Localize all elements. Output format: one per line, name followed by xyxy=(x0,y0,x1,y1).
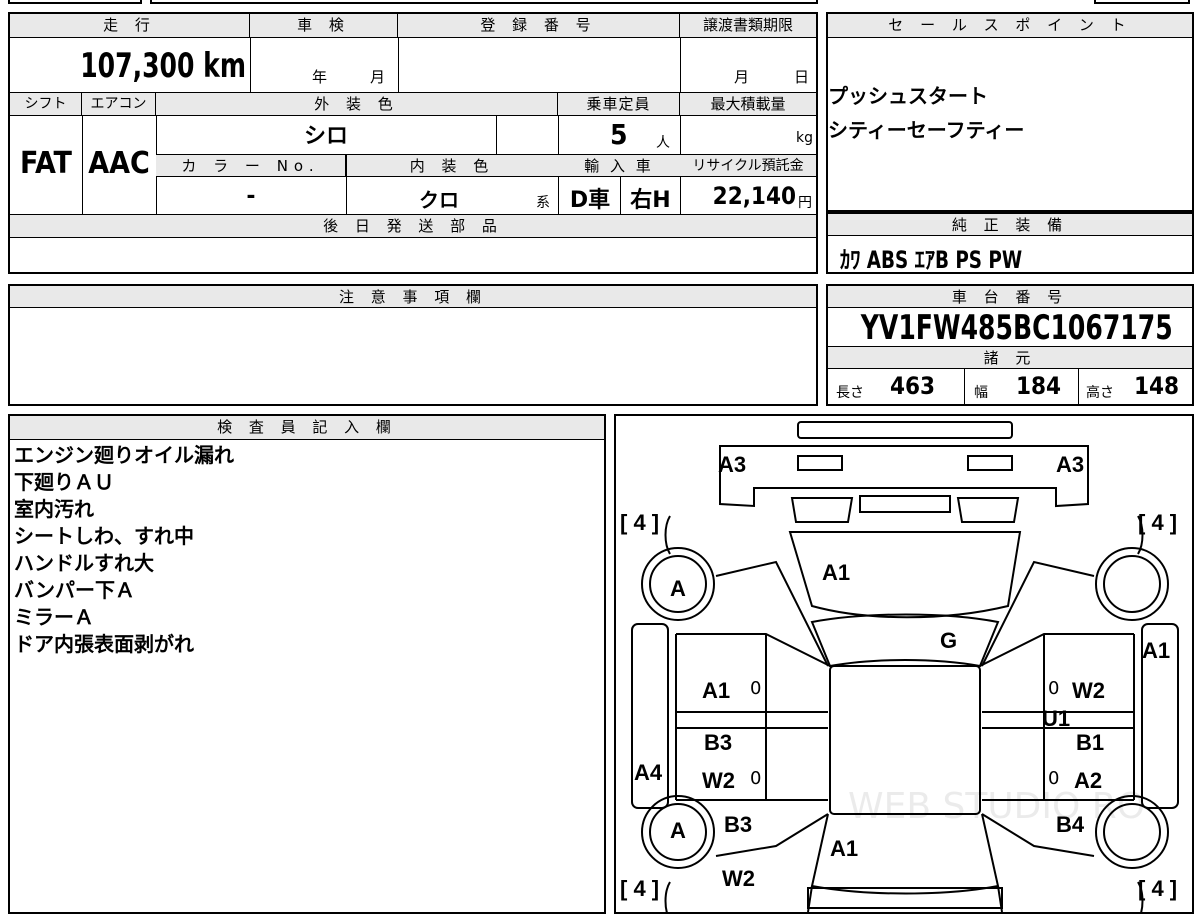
interior-color-value: クロ xyxy=(419,188,459,212)
equipment-header: 純 正 装 備 xyxy=(828,214,1192,236)
mileage-value: 107,300 km xyxy=(80,46,247,86)
chassis-number: YV1FW485BC1067175 xyxy=(860,308,1173,348)
transfer-month: 月 xyxy=(734,68,750,86)
car-outline-svg xyxy=(631,421,1179,912)
mark-door-fr: W2 xyxy=(1072,678,1105,703)
chassis-box: 車 台 番 号 YV1FW485BC1067175 諸 元 長さ 463 幅 1… xyxy=(826,284,1194,406)
mark-a3-left: A3 xyxy=(718,452,747,477)
sales-point-line-1: プッシュスタート xyxy=(828,84,988,108)
capacity-unit: 人 xyxy=(656,135,670,151)
exterior-color-value: シロ xyxy=(303,124,348,149)
sales-point-line-2: シティーセーフティー xyxy=(828,118,1025,142)
mark-door-rl-w: W2 xyxy=(702,768,735,793)
mark-wheel-fl: A xyxy=(670,576,686,601)
color-no-header: カ ラ ー No. xyxy=(156,155,346,177)
mark-qtr-l: B3 xyxy=(724,812,753,837)
mark-roof: A1 xyxy=(830,836,859,861)
specs-header: 諸 元 xyxy=(828,347,1192,369)
mark-door-fl: A1 xyxy=(702,678,731,703)
shaken-month: 月 xyxy=(370,68,386,86)
inspector-header: 検 査 員 記 入 欄 xyxy=(10,416,604,440)
mark-door-rr-b: B1 xyxy=(1076,730,1105,755)
recycle-unit: 円 xyxy=(798,195,812,211)
inspector-line-6: バンパー下Ａ xyxy=(14,578,135,602)
mark-zero-3: 0 xyxy=(750,768,762,789)
top-strip-mid xyxy=(150,0,818,4)
sales-point-header: セ ー ル ス ポ イ ン ト xyxy=(828,14,1192,38)
import-header: 輸 入 車 xyxy=(558,155,680,177)
chassis-header: 車 台 番 号 xyxy=(828,286,1192,308)
mark-zero-2: 0 xyxy=(1048,678,1060,699)
length-label: 長さ xyxy=(836,385,864,401)
max-load-unit: kg xyxy=(796,130,813,146)
transfer-day: 日 xyxy=(794,68,810,86)
aircon-header: エアコン xyxy=(82,93,156,116)
mark-tire-rr: [ 4 ] xyxy=(1138,876,1178,901)
interior-color-suffix: 系 xyxy=(536,195,550,211)
sales-point-box: セ ー ル ス ポ イ ン ト プッシュスタート シティーセーフティー xyxy=(826,12,1194,212)
notes-box: 注 意 事 項 欄 xyxy=(8,284,818,406)
inspector-line-8: ドア内張表面剥がれ xyxy=(14,632,194,656)
mark-door-rl-b: B3 xyxy=(704,730,733,755)
aircon-value: AAC xyxy=(88,146,150,181)
mileage-header: 走 行 xyxy=(10,14,250,38)
width-value: 184 xyxy=(1016,372,1062,400)
inspector-line-1: エンジン廻りオイル漏れ xyxy=(14,443,234,467)
mark-zero-1: 0 xyxy=(750,678,762,699)
equipment-value: ｶﾜ ABS ｴｱB PS PW xyxy=(840,246,1023,274)
shift-value: FAT xyxy=(20,146,72,181)
mark-tire-fr: [ 4 ] xyxy=(1138,510,1178,535)
transfer-header: 譲渡書類期限 xyxy=(680,14,816,38)
recycle-header: リサイクル預託金 xyxy=(680,155,816,177)
interior-color-header: 内 装 色 xyxy=(346,155,558,177)
exterior-color-header: 外 装 色 xyxy=(156,93,558,116)
mark-tire-fl: [ 4 ] xyxy=(620,510,660,535)
registration-header: 登 録 番 号 xyxy=(398,14,680,38)
top-strip-right xyxy=(1094,0,1190,4)
width-label: 幅 xyxy=(974,385,988,401)
import-type: D車 xyxy=(569,188,611,213)
top-strip-left xyxy=(8,0,142,4)
height-value: 148 xyxy=(1134,372,1180,400)
shift-header: シフト xyxy=(10,93,82,116)
mark-fender-r: A1 xyxy=(1142,638,1171,663)
mark-windshield: G xyxy=(940,628,958,653)
recycle-value: 22,140 xyxy=(712,182,796,210)
color-no-value: - xyxy=(246,184,256,209)
watermark: WEB STUDIO RO xyxy=(848,786,1146,827)
mark-tire-rl: [ 4 ] xyxy=(620,876,660,901)
notes-header: 注 意 事 項 欄 xyxy=(10,286,816,308)
later-parts-header: 後 日 発 送 部 品 xyxy=(10,215,816,238)
inspector-line-3: 室内汚れ xyxy=(14,497,94,521)
capacity-value: 5 xyxy=(610,118,628,151)
inspector-line-2: 下廻りＡＵ xyxy=(14,470,114,494)
shaken-year: 年 xyxy=(312,68,328,86)
mark-rear-w2: W2 xyxy=(722,866,755,891)
inspector-line-7: ミラーＡ xyxy=(14,605,94,629)
car-diagram: A3 A3 [ 4 ] [ 4 ] A1 G A A1 A1 0 0 W2 U1… xyxy=(614,414,1194,914)
inspector-line-5: ハンドルすれ大 xyxy=(14,551,154,575)
max-load-header: 最大積載量 xyxy=(680,93,816,116)
mark-u1: U1 xyxy=(1042,706,1071,731)
length-value: 463 xyxy=(890,372,936,400)
capacity-header: 乗車定員 xyxy=(558,93,680,116)
inspector-line-4: シートしわ、すれ中 xyxy=(14,524,194,548)
mark-wheel-rl: A xyxy=(670,818,686,843)
shaken-header: 車 検 xyxy=(250,14,398,38)
mark-side-l: A4 xyxy=(634,760,663,785)
mark-a3-right: A3 xyxy=(1056,452,1085,477)
inspector-box: 検 査 員 記 入 欄 エンジン廻りオイル漏れ 下廻りＡＵ 室内汚れ シートしわ… xyxy=(8,414,606,914)
import-handle: 右H xyxy=(630,188,671,213)
height-label: 高さ xyxy=(1086,385,1114,401)
mark-hood: A1 xyxy=(822,560,851,585)
equipment-box: 純 正 装 備 ｶﾜ ABS ｴｱB PS PW xyxy=(826,212,1194,274)
vehicle-info-table: 走 行 車 検 登 録 番 号 譲渡書類期限 107,300 km 年 月 月 … xyxy=(8,12,818,274)
